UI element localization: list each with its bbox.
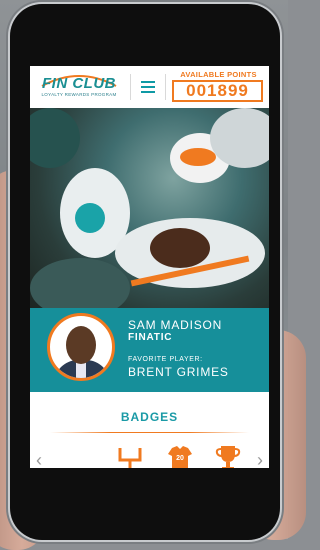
turf-shadow bbox=[30, 258, 130, 308]
logo-tagline: LOYALTY REWARDS PROGRAM bbox=[41, 92, 117, 97]
player-glove bbox=[75, 203, 105, 233]
badges-section: BADGES ‹ › 20 bbox=[30, 392, 269, 468]
background-player bbox=[30, 108, 80, 168]
avatar-face bbox=[66, 326, 96, 364]
badges-title: BADGES bbox=[120, 410, 179, 424]
hamburger-bar bbox=[141, 91, 155, 93]
profile-panel: SAM MADISON FINATIC FAVORITE PLAYER: BRE… bbox=[30, 308, 269, 392]
menu-button[interactable] bbox=[130, 74, 166, 100]
user-name: SAM MADISON bbox=[128, 318, 223, 332]
badges-divider bbox=[50, 432, 249, 433]
badges-next-arrow-icon[interactable]: › bbox=[257, 450, 263, 468]
app-header: FIN CLUB LOYALTY REWARDS PROGRAM AVAILAB… bbox=[30, 66, 269, 109]
hamburger-menu-icon bbox=[141, 81, 155, 83]
hero-photo bbox=[30, 108, 269, 308]
jersey-number: 20 bbox=[176, 455, 184, 462]
available-points[interactable]: AVAILABLE POINTS 001899 bbox=[170, 68, 267, 106]
logo-text: FIN CLUB bbox=[42, 75, 116, 92]
helmet-stripe bbox=[180, 148, 216, 166]
jersey-badge-icon[interactable]: 20 bbox=[166, 442, 194, 468]
goalpost-badge-icon[interactable] bbox=[116, 442, 144, 468]
user-tier: FINATIC bbox=[128, 332, 173, 343]
phone-screen: FIN CLUB LOYALTY REWARDS PROGRAM AVAILAB… bbox=[30, 66, 269, 468]
points-label: AVAILABLE POINTS bbox=[180, 70, 257, 79]
hamburger-bar bbox=[141, 86, 155, 88]
player-arm bbox=[150, 228, 210, 268]
favorite-player-label: FAVORITE PLAYER: bbox=[128, 356, 203, 363]
avatar[interactable] bbox=[47, 313, 115, 381]
points-value: 001899 bbox=[172, 80, 263, 102]
favorite-player-value: BRENT GRIMES bbox=[128, 365, 229, 379]
trophy-badge-icon[interactable] bbox=[214, 442, 242, 468]
fin-club-logo[interactable]: FIN CLUB LOYALTY REWARDS PROGRAM bbox=[34, 70, 124, 104]
badges-prev-arrow-icon[interactable]: ‹ bbox=[36, 450, 42, 468]
